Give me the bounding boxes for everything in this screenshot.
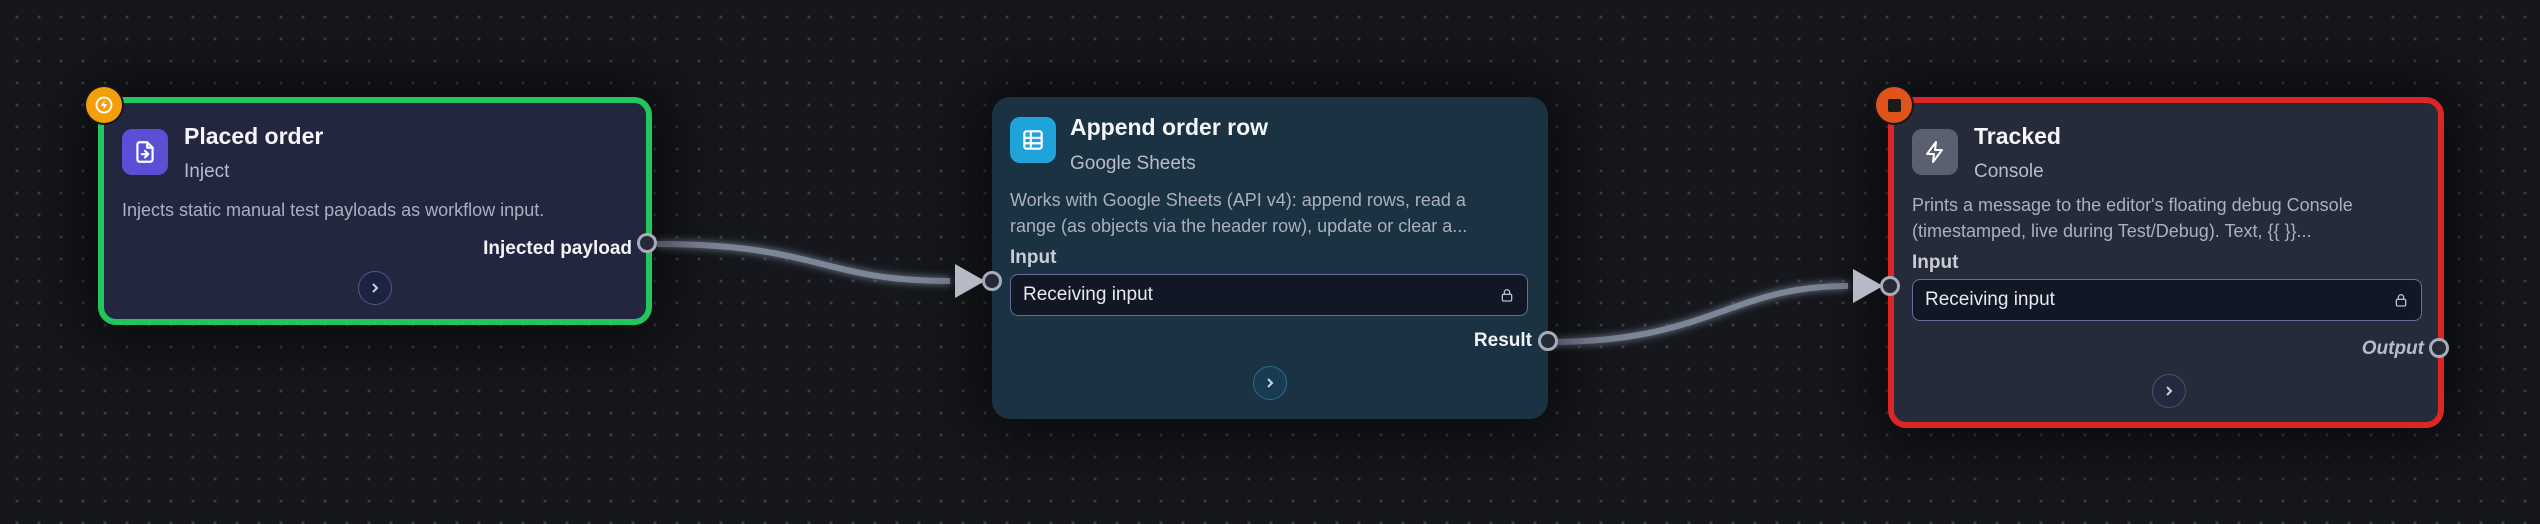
output-port[interactable] bbox=[2429, 338, 2449, 358]
description-line: Prints a message to the editor's floatin… bbox=[1912, 195, 2353, 215]
expand-button[interactable] bbox=[1253, 366, 1287, 400]
output-label: Result bbox=[1473, 330, 1532, 351]
lightning-badge-icon bbox=[86, 87, 122, 123]
node-description: Prints a message to the editor's floatin… bbox=[1912, 192, 2353, 244]
input-field[interactable]: Receiving input bbox=[1010, 274, 1528, 316]
input-port[interactable] bbox=[982, 271, 1002, 291]
node-tracked[interactable]: Tracked Console Prints a message to the … bbox=[1888, 97, 2444, 428]
chevron-right-icon bbox=[1267, 378, 1274, 388]
description-line: Works with Google Sheets (API v4): appen… bbox=[1010, 190, 1466, 210]
node-title: Append order row bbox=[1070, 114, 1269, 140]
output-label: Injected payload bbox=[483, 238, 632, 259]
node-description: Works with Google Sheets (API v4): appen… bbox=[1010, 187, 1467, 239]
node-title: Tracked bbox=[1974, 123, 2061, 149]
input-port[interactable] bbox=[1880, 276, 1900, 296]
output-port[interactable] bbox=[1538, 331, 1558, 351]
node-type: Console bbox=[1974, 161, 2044, 182]
lightning-icon bbox=[1912, 129, 1958, 175]
node-description: Injects static manual test payloads as w… bbox=[122, 200, 545, 220]
input-value: Receiving input bbox=[1925, 289, 2055, 310]
lock-icon bbox=[2393, 292, 2409, 308]
table-grid-icon bbox=[1010, 117, 1056, 163]
node-append-order-row[interactable]: Append order row Google Sheets Works wit… bbox=[992, 97, 1548, 419]
input-section-label: Input bbox=[1010, 247, 1057, 268]
description-line: range (as objects via the header row), u… bbox=[1010, 216, 1468, 236]
chevron-right-icon bbox=[2166, 386, 2173, 396]
stop-badge-icon bbox=[1876, 87, 1912, 123]
node-placed-order[interactable]: Placed order Inject Injects static manua… bbox=[98, 97, 652, 325]
lock-icon bbox=[1499, 287, 1515, 303]
input-value: Receiving input bbox=[1023, 284, 1153, 305]
expand-button[interactable] bbox=[2152, 374, 2186, 408]
wire-sheets-to-console bbox=[1549, 283, 1849, 345]
chevron-right-icon bbox=[372, 283, 379, 293]
file-import-icon bbox=[122, 129, 168, 175]
output-label: Output bbox=[2361, 338, 2424, 359]
description-line: (timestamped, live during Test/Debug). T… bbox=[1912, 221, 2312, 241]
expand-button[interactable] bbox=[358, 271, 392, 305]
output-port[interactable] bbox=[637, 233, 657, 253]
node-type: Inject bbox=[184, 161, 230, 182]
input-field[interactable]: Receiving input bbox=[1912, 279, 2422, 321]
node-title: Placed order bbox=[184, 123, 324, 149]
node-type: Google Sheets bbox=[1070, 153, 1196, 174]
wire-inject-to-sheets bbox=[656, 241, 951, 284]
input-section-label: Input bbox=[1912, 252, 1959, 273]
